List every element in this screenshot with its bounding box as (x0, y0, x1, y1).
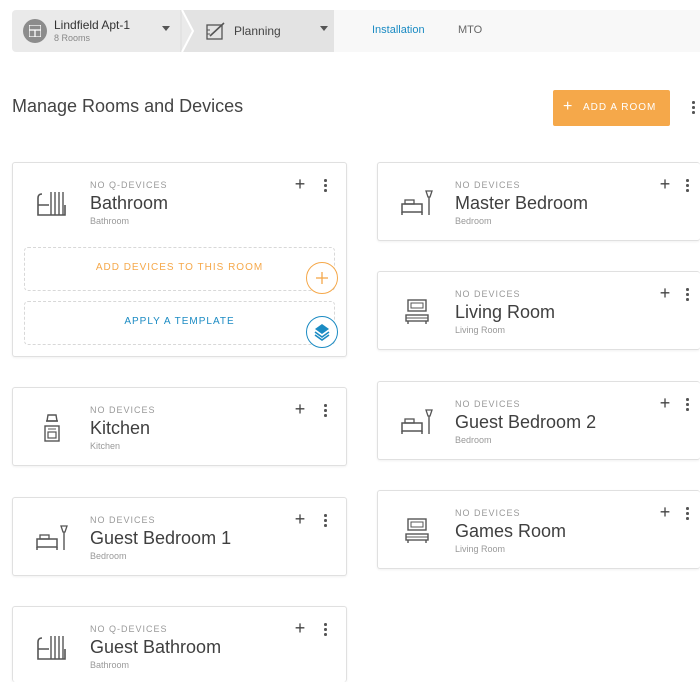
site-selector[interactable]: Lindfield Apt-1 8 Rooms (12, 10, 182, 52)
room-device-status: NO DEVICES (455, 399, 521, 409)
room-type: Kitchen (90, 441, 121, 451)
add-devices-label: ADD DEVICES TO THIS ROOM (95, 262, 264, 273)
plus-icon: + (563, 98, 573, 115)
room-name: Guest Bathroom (90, 637, 222, 657)
chevron-down-icon[interactable] (320, 26, 328, 31)
more-options-icon[interactable] (684, 178, 690, 192)
add-icon[interactable]: + (657, 284, 673, 302)
room-card-kitchen[interactable]: NO DEVICES Kitchen Kitchen + (12, 387, 347, 466)
room-type: Bathroom (90, 660, 130, 670)
apply-template-label: APPLY A TEMPLATE (124, 316, 235, 327)
add-icon[interactable]: + (292, 619, 308, 637)
more-options-icon[interactable] (684, 506, 690, 520)
grid-icon (23, 19, 47, 43)
site-name: Lindfield Apt-1 (54, 18, 131, 32)
room-card-master-bedroom[interactable]: NO DEVICES Master Bedroom Bedroom + (377, 162, 700, 241)
room-name: Guest Bedroom 2 (455, 412, 597, 432)
more-options-icon[interactable] (322, 403, 328, 417)
room-type: Bedroom (455, 216, 492, 226)
bed-icon (36, 525, 68, 550)
tab-mto[interactable]: MTO (458, 24, 482, 36)
pencil-ruler-icon (206, 22, 225, 40)
add-room-label: ADD A ROOM (583, 102, 657, 113)
page-title: Manage Rooms and Devices (12, 96, 244, 116)
room-device-status: NO DEVICES (90, 515, 156, 525)
room-device-status: NO DEVICES (455, 508, 521, 518)
room-name: Guest Bedroom 1 (90, 528, 232, 548)
add-devices-dropzone[interactable]: ADD DEVICES TO THIS ROOM (24, 247, 335, 291)
add-icon[interactable]: + (657, 394, 673, 412)
room-card-living-room[interactable]: NO DEVICES Living Room Living Room + (377, 271, 700, 350)
room-card-bathroom[interactable]: NO Q-DEVICES Bathroom Bathroom + ADD DEV… (12, 162, 347, 357)
more-options-icon[interactable] (690, 100, 696, 116)
add-icon[interactable]: + (292, 400, 308, 418)
more-options-icon[interactable] (684, 287, 690, 301)
room-card-games-room[interactable]: NO DEVICES Games Room Living Room + (377, 490, 700, 569)
room-device-status: NO DEVICES (90, 405, 156, 415)
room-card-guest-bedroom-1[interactable]: NO DEVICES Guest Bedroom 1 Bedroom + (12, 497, 347, 576)
room-name: Bathroom (90, 193, 169, 213)
room-type: Bedroom (90, 551, 127, 561)
bed-icon (401, 190, 433, 215)
room-type: Living Room (455, 544, 506, 554)
add-devices-button[interactable] (306, 262, 338, 294)
room-device-status: NO Q-DEVICES (90, 624, 168, 634)
room-card-guest-bedroom-2[interactable]: NO DEVICES Guest Bedroom 2 Bedroom + (377, 381, 700, 460)
room-type: Bathroom (90, 216, 130, 226)
room-card-guest-bathroom[interactable]: NO Q-DEVICES Guest Bathroom Bathroom + (12, 606, 347, 682)
breadcrumb-separator (181, 10, 194, 52)
top-bar: Lindfield Apt-1 8 Rooms Planning Install… (0, 0, 700, 60)
room-device-status: NO DEVICES (455, 289, 521, 299)
more-options-icon[interactable] (684, 397, 690, 411)
tab-installation[interactable]: Installation (372, 24, 425, 36)
apply-template-dropzone[interactable]: APPLY A TEMPLATE (24, 301, 335, 345)
add-icon[interactable]: + (657, 503, 673, 521)
room-name: Master Bedroom (455, 193, 589, 213)
add-icon[interactable]: + (292, 510, 308, 528)
breadcrumb: Lindfield Apt-1 8 Rooms Planning (12, 10, 346, 52)
site-room-count: 8 Rooms (54, 33, 91, 43)
room-name: Kitchen (90, 418, 151, 438)
sofa-tv-icon (405, 518, 429, 543)
more-options-icon[interactable] (322, 622, 328, 636)
room-type: Living Room (455, 325, 506, 335)
bathtub-icon (37, 192, 66, 216)
room-device-status: NO DEVICES (455, 180, 521, 190)
room-name: Living Room (455, 302, 556, 322)
stove-icon (44, 414, 60, 442)
plus-icon (316, 272, 328, 284)
add-icon[interactable]: + (292, 175, 308, 193)
chevron-down-icon[interactable] (162, 26, 170, 31)
room-type: Bedroom (455, 435, 492, 445)
add-room-button[interactable]: + ADD A ROOM (553, 90, 670, 126)
more-options-icon[interactable] (322, 178, 328, 192)
room-device-status: NO Q-DEVICES (90, 180, 168, 190)
apply-template-button[interactable] (306, 316, 338, 348)
bathtub-icon (37, 636, 66, 660)
layers-icon (314, 324, 330, 341)
sofa-tv-icon (405, 299, 429, 324)
room-name: Games Room (455, 521, 567, 541)
stage-label: Planning (234, 24, 281, 38)
more-options-icon[interactable] (322, 513, 328, 527)
add-icon[interactable]: + (657, 175, 673, 193)
bed-icon (401, 409, 433, 434)
